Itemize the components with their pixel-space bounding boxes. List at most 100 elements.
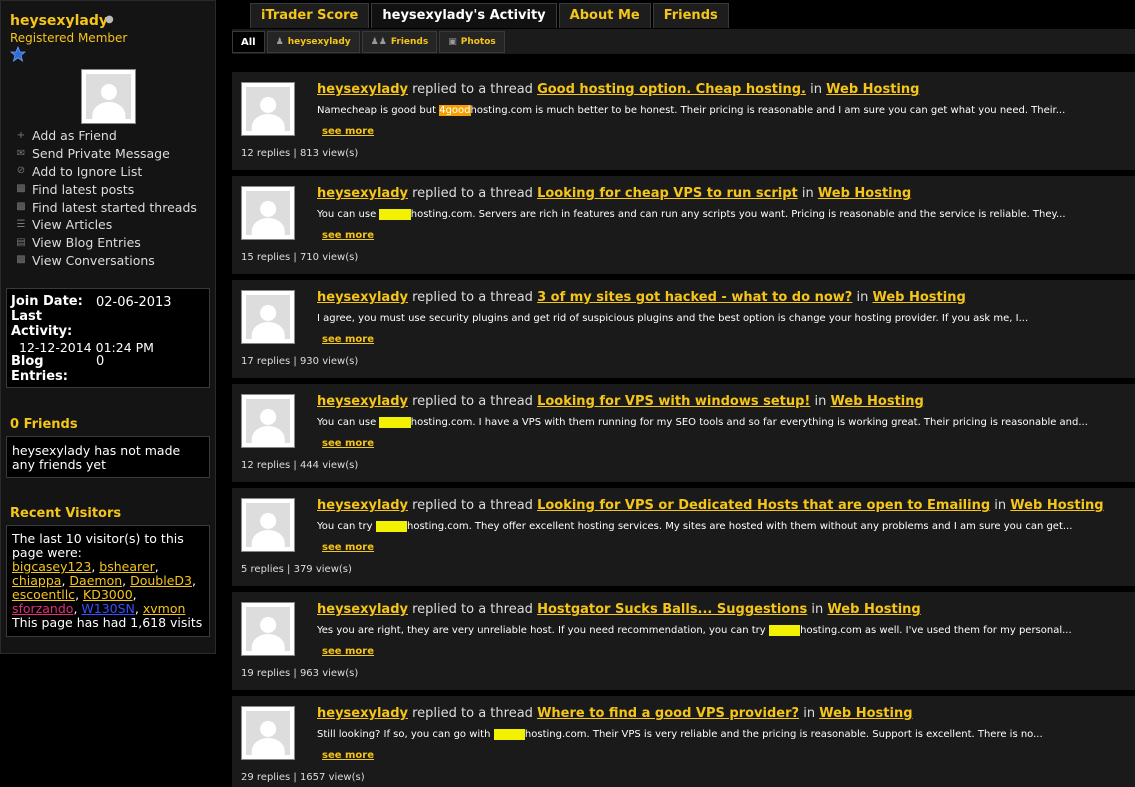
see-more-link[interactable]: see more [322,438,374,449]
activity-forum-link[interactable]: Web Hosting [818,186,911,201]
activity-forum-link[interactable]: Web Hosting [831,394,924,409]
visitor-link[interactable]: sforzando [12,601,73,616]
action-ignore[interactable]: ⊘ Add to Ignore List [16,163,197,181]
user-icon: ♟ [275,36,284,47]
snippet-text: You can use [317,209,380,220]
snippet-text: You can try [317,521,376,532]
activity-in: in [811,602,824,617]
activity-in: in [814,394,827,409]
see-more-link[interactable]: see more [322,230,374,241]
activity-stats: 5 replies | 379 view(s) [241,564,352,575]
activity-thread-link[interactable]: Looking for VPS or Dedicated Hosts that … [537,498,990,513]
tab-friends[interactable]: Friends [652,3,729,28]
activity-user-link[interactable]: heysexylady [317,706,408,721]
activity-forum-link[interactable]: Web Hosting [827,602,920,617]
avatar[interactable] [241,498,295,552]
activity-user-link[interactable]: heysexylady [317,602,408,617]
snippet-text: You can use [317,417,380,428]
friends-section-title[interactable]: 0 Friends [10,417,78,432]
avatar[interactable] [241,706,295,760]
activity-stats: 17 replies | 930 view(s) [241,356,359,367]
action-latest-posts[interactable]: ▩ Find latest posts [16,180,197,198]
visitor-link[interactable]: escoentllc [12,587,75,602]
visitor-link[interactable]: KD3000 [83,587,133,602]
activity-forum-link[interactable]: Web Hosting [819,706,912,721]
activity-item: heysexylady replied to a thread Where to… [232,696,1135,787]
activity-user-link[interactable]: heysexylady [317,498,408,513]
snippet-text: hosting.com. I have a VPS with them runn… [410,417,1088,428]
last-activity-value: 12-12-2014 01:24 PM [19,340,154,355]
snippet-text: hosting.com is much better to be honest.… [470,105,1066,116]
see-more-link[interactable]: see more [322,126,374,137]
tab-about-me[interactable]: About Me [558,3,651,28]
tab-itrader-score[interactable]: iTrader Score [250,3,370,28]
activity-forum-link[interactable]: Web Hosting [872,290,965,305]
action-label: View Blog Entries [32,235,141,251]
snippet-text: Still looking? If so, you can go with [317,729,494,740]
join-date-value: 02-06-2013 [96,295,172,310]
visitor-link[interactable]: chiappa [12,573,61,588]
avatar[interactable] [241,82,295,136]
blog-entries-value: 0 [96,354,105,369]
avatar[interactable] [241,290,295,344]
action-view-blog[interactable]: ▤ View Blog Entries [16,234,197,252]
activity-forum-link[interactable]: Web Hosting [826,82,919,97]
action-view-conversations[interactable]: ▩ View Conversations [16,252,197,270]
action-label: Find latest started threads [32,199,197,215]
activity-thread-link[interactable]: Looking for VPS with windows setup! [537,394,810,409]
filter-user[interactable]: ♟ heysexylady [266,31,360,53]
avatar[interactable] [241,394,295,448]
activity-header: heysexylady replied to a thread Where to… [317,706,913,721]
activity-user-link[interactable]: heysexylady [317,394,408,409]
snippet-text: hosting.com. Servers are rich in feature… [410,209,1066,220]
visitor-link[interactable]: xvmon [143,601,186,616]
threads-icon: ▩ [16,201,26,213]
activity-forum-link[interactable]: Web Hosting [1010,498,1103,513]
activity-user-link[interactable]: heysexylady [317,186,408,201]
action-view-articles[interactable]: ☰ View Articles [16,216,197,234]
see-more-link[interactable]: see more [322,646,374,657]
profile-info-box: Join Date: 02-06-2013 Last Activity: 12-… [6,288,210,388]
activity-verb: replied to a thread [412,186,533,201]
blog-entries-label-2: Entries: [11,369,68,384]
activity-thread-link[interactable]: Looking for cheap VPS to run script [537,186,798,201]
visitor-link[interactable]: DoubleD3 [130,573,192,588]
activity-stream: heysexylady replied to a thread Good hos… [232,72,1135,787]
filter-photos[interactable]: ▣ Photos [439,31,505,53]
activity-header: heysexylady replied to a thread Looking … [317,498,1104,513]
filter-all[interactable]: All [232,31,265,53]
articles-icon: ☰ [16,218,26,230]
avatar[interactable] [241,186,295,240]
see-more-link[interactable]: see more [322,750,374,761]
activity-thread-link[interactable]: 3 of my sites got hacked - what to do no… [537,290,852,305]
activity-header: heysexylady replied to a thread Good hos… [317,82,919,97]
visitor-link[interactable]: W130SN [81,601,135,616]
friends-box: heysexylady has not made any friends yet [6,436,210,478]
activity-snippet: Namecheap is good but 4goodhosting.com i… [317,105,1065,116]
visitor-link[interactable]: bshearer [99,559,154,574]
avatar[interactable] [241,602,295,656]
visitor-link[interactable]: bigcasey123 [12,559,91,574]
action-latest-threads[interactable]: ▩ Find latest started threads [16,198,197,216]
search-highlight: 4good [379,417,411,428]
activity-in: in [994,498,1007,513]
see-more-link[interactable]: see more [322,542,374,553]
visitors-section-title: Recent Visitors [10,506,122,521]
action-label: Add to Ignore List [32,163,143,179]
search-highlight: 4good [375,521,407,532]
filter-friends[interactable]: ♟♟ Friends [361,31,438,53]
tab-activity[interactable]: heysexylady's Activity [371,3,557,28]
join-date-label: Join Date: [11,294,83,309]
see-more-link[interactable]: see more [322,334,374,345]
visitors-intro: The last 10 visitor(s) to this page were… [12,531,184,560]
action-send-pm[interactable]: ✉ Send Private Message [16,145,197,163]
activity-user-link[interactable]: heysexylady [317,290,408,305]
visitor-link[interactable]: Daemon [69,573,122,588]
activity-thread-link[interactable]: Good hosting option. Cheap hosting. [537,82,806,97]
rank-star-icon [10,46,26,62]
activity-thread-link[interactable]: Where to find a good VPS provider? [537,706,799,721]
activity-user-link[interactable]: heysexylady [317,82,408,97]
envelope-icon: ✉ [16,147,26,159]
activity-thread-link[interactable]: Hostgator Sucks Balls... Suggestions [537,602,807,617]
action-add-friend[interactable]: + Add as Friend [16,127,197,145]
